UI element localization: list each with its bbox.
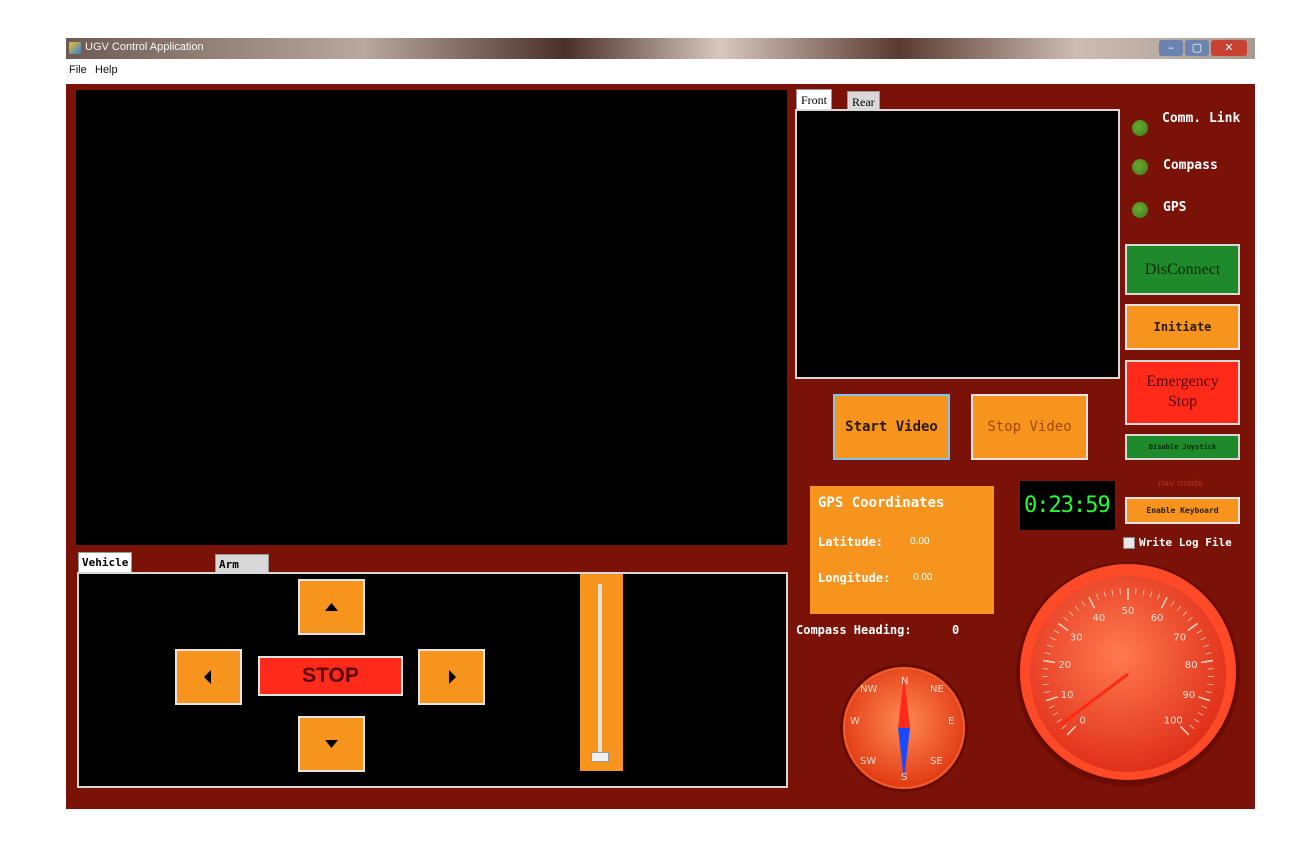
- backward-button[interactable]: [298, 716, 365, 772]
- compass-gauge: N NE E SE S SW W NW: [840, 664, 968, 792]
- compass-dir-s: S: [901, 772, 907, 783]
- enable-keyboard-button[interactable]: Enable Keyboard: [1125, 497, 1240, 524]
- write-log-label: Write Log File: [1139, 536, 1232, 549]
- minimize-button[interactable]: –: [1159, 40, 1183, 56]
- gps-panel: GPS Coordinates Latitude: 0.00 Longitude…: [810, 486, 994, 614]
- speed-tick: [1135, 588, 1137, 595]
- emergency-stop-button[interactable]: Emergency Stop: [1125, 360, 1240, 425]
- window-controls: – ▢ ✕: [1159, 40, 1249, 56]
- gps-indicator: [1132, 202, 1148, 218]
- app-window: UGV Control Application – ▢ ✕ File Help …: [66, 38, 1255, 809]
- compass-indicator: [1132, 159, 1148, 175]
- compass-heading-value: 0: [952, 623, 960, 637]
- forward-button[interactable]: [298, 579, 365, 635]
- disconnect-button[interactable]: DisConnect: [1125, 244, 1240, 295]
- initiate-button[interactable]: Initiate: [1125, 304, 1240, 350]
- speed-label: 80: [1185, 660, 1198, 671]
- app-icon: [69, 42, 81, 54]
- disable-joystick-button[interactable]: Disable Joystick: [1125, 434, 1240, 460]
- gps-title: GPS Coordinates: [818, 495, 945, 511]
- title-bar[interactable]: UGV Control Application – ▢ ✕: [66, 38, 1255, 59]
- speed-tick: [1119, 588, 1121, 595]
- speed-label: 10: [1061, 690, 1074, 701]
- speed-label: 50: [1122, 606, 1135, 617]
- speed-label: 0: [1080, 715, 1086, 726]
- speedometer: 0 10 20 30 40 50 60 70 80 90 100: [1016, 562, 1240, 786]
- arrow-left-icon: [204, 670, 211, 684]
- maximize-button[interactable]: ▢: [1185, 40, 1209, 56]
- gps-label: GPS: [1163, 200, 1187, 215]
- speed-label: 70: [1173, 632, 1186, 643]
- compass-heading-label: Compass Heading:: [796, 623, 912, 637]
- speed-label: 20: [1058, 660, 1071, 671]
- menu-bar: File Help: [66, 59, 1255, 84]
- longitude-label: Longitude:: [818, 571, 891, 585]
- speed-slider-thumb[interactable]: [591, 752, 609, 762]
- compass-dir-ne: NE: [930, 684, 944, 695]
- compass-dir-e: E: [948, 716, 954, 727]
- stop-video-button[interactable]: Stop Video: [971, 394, 1088, 460]
- digital-display: 0:23:59: [1020, 481, 1115, 530]
- close-button[interactable]: ✕: [1211, 40, 1247, 56]
- speed-label: 100: [1164, 715, 1183, 726]
- nav-mode-label: nav mode: [1158, 479, 1203, 489]
- camera-view: [795, 109, 1120, 379]
- write-log-checkbox[interactable]: [1123, 537, 1135, 549]
- comm-link-indicator: [1132, 120, 1148, 136]
- arrow-right-icon: [449, 670, 456, 684]
- compass-dir-nw: NW: [860, 684, 877, 695]
- menu-file[interactable]: File: [69, 64, 87, 76]
- menu-help[interactable]: Help: [95, 64, 118, 76]
- speed-slider-track: [598, 584, 602, 760]
- speed-label: 90: [1183, 690, 1196, 701]
- emergency-stop-line-1: Emergency: [1146, 373, 1219, 390]
- stop-button[interactable]: STOP: [258, 656, 403, 696]
- speed-slider[interactable]: [580, 574, 623, 771]
- speed-label: 60: [1151, 613, 1164, 624]
- longitude-value: 0.00: [913, 572, 933, 583]
- compass-label: Compass: [1163, 158, 1218, 173]
- main-video-view: [76, 90, 787, 545]
- arrow-down-icon: [325, 740, 338, 748]
- speed-label: 30: [1070, 632, 1083, 643]
- compass-dir-n: N: [901, 676, 908, 687]
- compass-dir-sw: SW: [860, 756, 876, 767]
- emergency-stop-line-2: Stop: [1167, 393, 1198, 410]
- compass-dir-w: W: [850, 716, 860, 727]
- latitude-value: 0.00: [910, 536, 930, 547]
- right-button[interactable]: [418, 649, 485, 705]
- start-video-button[interactable]: Start Video: [833, 394, 950, 460]
- window-title: UGV Control Application: [85, 41, 204, 53]
- latitude-label: Latitude:: [818, 535, 884, 549]
- compass-dir-se: SE: [930, 756, 943, 767]
- left-button[interactable]: [175, 649, 242, 705]
- comm-link-label: Comm. Link: [1162, 111, 1241, 126]
- arrow-up-icon: [325, 603, 338, 611]
- speed-label: 40: [1093, 613, 1106, 624]
